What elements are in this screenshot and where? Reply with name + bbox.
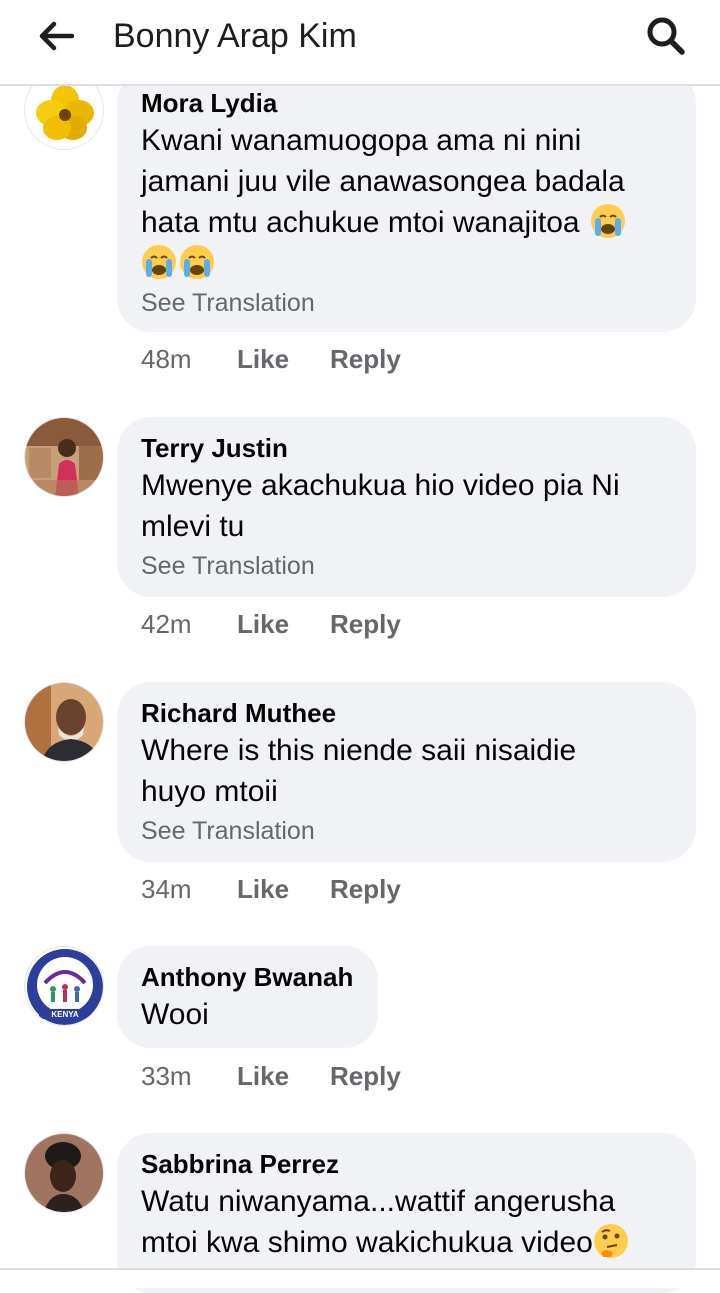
avatar[interactable]: [24, 417, 104, 497]
person-photo-avatar-image: [25, 683, 103, 761]
back-button[interactable]: [34, 14, 78, 58]
comment-author[interactable]: Richard Muthee: [141, 696, 672, 730]
comment-bubble[interactable]: Mora Lydia Kwani wanamuogopa ama ni nini…: [117, 70, 696, 332]
comment-text-line: hata mtu achukue mtoi wanajitoa: [141, 206, 580, 239]
reply-button[interactable]: Reply: [330, 1059, 401, 1093]
reply-button[interactable]: Reply: [330, 342, 401, 376]
top-app-bar: Bonny Arap Kim: [0, 0, 720, 86]
comment-actions: 48m Like Reply: [141, 342, 401, 376]
like-button[interactable]: Like: [237, 342, 330, 376]
comment-text-line: mtoi kwa shimo wakichukua video: [141, 1226, 593, 1259]
reply-button[interactable]: Reply: [330, 607, 401, 641]
like-button[interactable]: Like: [237, 872, 330, 906]
comment-text-line: Kwani wanamuogopa ama ni nini: [141, 124, 582, 157]
avatar[interactable]: KENYA: [24, 946, 104, 1026]
crying-face-icon: [142, 245, 176, 279]
avatar[interactable]: [24, 1133, 104, 1213]
emoji-row: [141, 243, 672, 284]
comment-text-line: jamani juu vile anawasongea badala: [141, 165, 625, 198]
comment-feed: Mora Lydia Kwani wanamuogopa ama ni nini…: [0, 0, 720, 1293]
search-icon: [647, 17, 685, 55]
comment-bubble[interactable]: Richard Muthee Where is this niende saii…: [117, 682, 696, 862]
comment-author[interactable]: Terry Justin: [141, 431, 672, 465]
arrow-left-icon: [39, 21, 74, 51]
comment-bubble[interactable]: Terry Justin Mwenye akachukua hio video …: [117, 417, 696, 597]
logo-text: KENYA: [51, 1010, 78, 1019]
crying-face-icon: [180, 245, 214, 279]
comment-text-line: mlevi tu: [141, 510, 245, 543]
like-button[interactable]: Like: [237, 607, 330, 641]
like-button[interactable]: Like: [237, 1059, 330, 1093]
organization-logo-avatar-image: KENYA: [25, 947, 103, 1025]
comment-time: 34m: [141, 874, 192, 904]
person-photo-avatar-image: [25, 418, 103, 496]
comment-actions: 34m Like Reply: [141, 872, 401, 906]
comment-time: 42m: [141, 609, 192, 639]
comment-author[interactable]: Mora Lydia: [141, 86, 672, 120]
comment-time: 48m: [141, 344, 192, 374]
comment-text-line: Watu niwanyama...wattif angerusha: [141, 1185, 616, 1218]
comment-time: 33m: [141, 1061, 192, 1091]
comment-bubble[interactable]: Anthony Bwanah Wooi: [117, 946, 378, 1048]
comment-text-line: Wooi: [141, 998, 209, 1031]
thinking-face-icon: [593, 1224, 628, 1258]
comment-author[interactable]: Sabbrina Perrez: [141, 1147, 672, 1181]
comment-text-line: Where is this niende saii nisaidie: [141, 734, 577, 767]
comment-text-with-emoji: hata mtu achukue mtoi wanajitoa: [141, 202, 672, 243]
reply-button[interactable]: Reply: [330, 872, 401, 906]
comment-actions: 42m Like Reply: [141, 607, 401, 641]
comment-text-line: huyo mtoii: [141, 775, 278, 808]
see-translation-link[interactable]: See Translation: [141, 549, 672, 583]
comment-text-line: Mwenye akachukua hio video pia Ni: [141, 469, 620, 502]
crying-face-icon: [590, 204, 625, 238]
avatar[interactable]: [24, 682, 104, 762]
person-photo-avatar-image: [25, 1134, 103, 1212]
see-translation-link[interactable]: See Translation: [141, 814, 672, 848]
bottom-divider: [0, 1268, 720, 1288]
search-button[interactable]: [642, 12, 690, 60]
page-title: Bonny Arap Kim: [113, 17, 357, 55]
comment-author[interactable]: Anthony Bwanah: [141, 960, 354, 994]
see-translation-link[interactable]: See Translation: [141, 286, 672, 320]
comment-text-with-emoji: mtoi kwa shimo wakichukua video: [141, 1222, 672, 1263]
comment-actions: 33m Like Reply: [141, 1059, 401, 1093]
